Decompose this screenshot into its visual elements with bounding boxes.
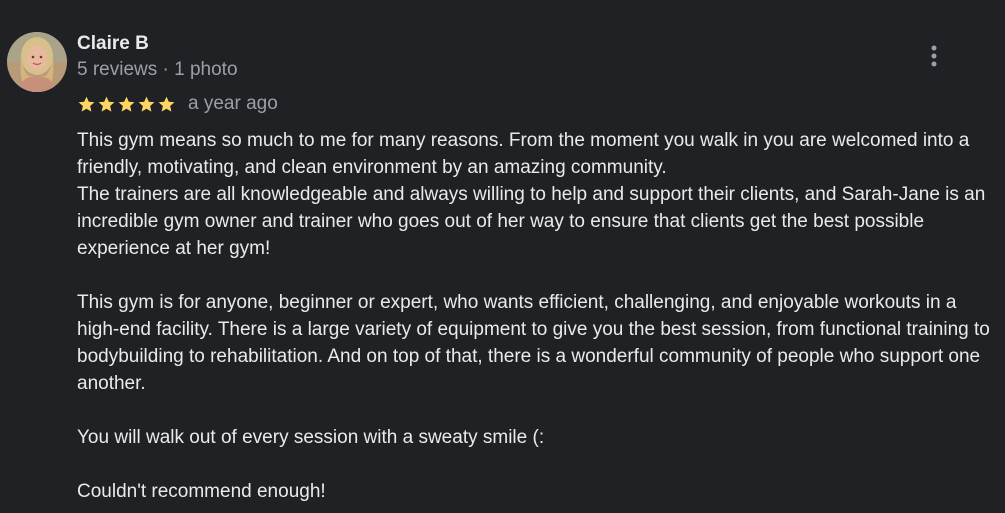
more-options-button[interactable] xyxy=(918,40,950,72)
star-icon xyxy=(77,95,96,114)
rating-row: a year ago xyxy=(77,92,278,116)
star-icon xyxy=(117,95,136,114)
star-icon xyxy=(137,95,156,114)
review-text: This gym means so much to me for many re… xyxy=(77,127,992,505)
author-name[interactable]: Claire B xyxy=(77,33,149,55)
review-paragraph: This gym is for anyone, beginner or expe… xyxy=(77,292,990,394)
star-icon xyxy=(157,95,176,114)
author-avatar[interactable] xyxy=(7,32,67,92)
avatar-photo xyxy=(7,32,67,92)
author-meta: 5 reviews · 1 photo xyxy=(77,59,238,80)
review-date: a year ago xyxy=(188,93,278,114)
review-paragraph: You will walk out of every session with … xyxy=(77,427,545,448)
review-paragraph: This gym means so much to me for many re… xyxy=(77,130,970,178)
star-icon xyxy=(97,95,116,114)
review-paragraph: Couldn't recommend enough! xyxy=(77,481,326,502)
more-vert-icon xyxy=(931,45,937,67)
star-rating xyxy=(77,95,176,114)
review-paragraph: The trainers are all knowledgeable and a… xyxy=(77,184,986,259)
